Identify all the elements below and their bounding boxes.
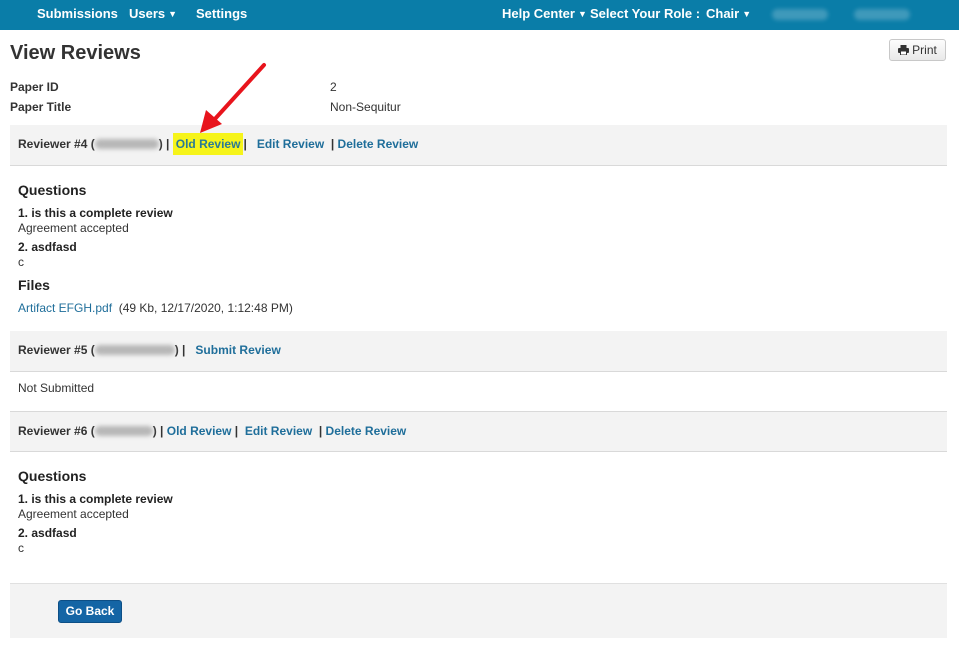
nav-role-dropdown[interactable]: Chair ▼ <box>706 0 751 30</box>
separator: | <box>318 424 323 438</box>
nav-settings[interactable]: Settings <box>196 0 247 30</box>
reviewer-6-delete-review-link[interactable]: Delete Review <box>326 424 407 438</box>
reviewer-6-label: Reviewer #6 ( <box>18 424 95 438</box>
reviewer-4-files-heading: Files <box>18 277 50 293</box>
reviewer-5-status: Not Submitted <box>18 381 95 395</box>
paper-title-label: Paper Title <box>10 100 72 114</box>
nav-submissions[interactable]: Submissions <box>37 0 118 30</box>
reviewer-6-line: Reviewer #6 ( ) | Old Review | Edit Revie… <box>18 424 406 438</box>
reviewer-6-header: Reviewer #6 ( ) | Old Review | Edit Revie… <box>10 411 947 452</box>
separator: | <box>243 137 247 151</box>
reviewer-6-old-review-link[interactable]: Old Review <box>167 424 232 438</box>
question-title: 1. is this a complete review <box>18 492 173 506</box>
question-answer: Agreement accepted <box>18 221 129 235</box>
caret-down-icon: ▼ <box>742 9 752 19</box>
print-button[interactable]: Print <box>889 39 946 61</box>
reviewer-5-label: Reviewer #5 ( <box>18 343 95 357</box>
nav-users-label: Users <box>129 6 166 21</box>
separator: ) | <box>152 424 164 438</box>
form-actions-panel: Go Back <box>10 583 947 638</box>
blurred-user-info <box>772 9 828 20</box>
nav-help-center[interactable]: Help Center ▼ <box>502 0 587 30</box>
question-answer: Agreement accepted <box>18 507 129 521</box>
blurred-reviewer-name <box>94 345 175 355</box>
reviewer-5-submit-review-link[interactable]: Submit Review <box>195 343 280 357</box>
print-button-label: Print <box>912 43 937 57</box>
caret-down-icon: ▼ <box>577 9 587 19</box>
reviewer-4-line: Reviewer #4 () | Old Review | Edit Review… <box>18 133 419 155</box>
paper-id-label: Paper ID <box>10 80 59 94</box>
reviewer-4-edit-review-link[interactable]: Edit Review <box>257 137 324 151</box>
reviewer-4-delete-review-link[interactable]: Delete Review <box>338 137 419 151</box>
reviewer-5-header: Reviewer #5 ( ) | Submit Review <box>10 331 947 372</box>
go-back-button[interactable]: Go Back <box>58 600 122 623</box>
blurred-reviewer-name <box>94 139 159 149</box>
question-title: 1. is this a complete review <box>18 206 173 220</box>
reviewer-5-line: Reviewer #5 ( ) | Submit Review <box>18 343 281 357</box>
question-answer: c <box>18 541 24 555</box>
file-download-link[interactable]: Artifact EFGH.pdf <box>18 301 112 315</box>
reviewer-4-label: Reviewer #4 ( <box>18 137 95 151</box>
reviewer-4-old-review-link[interactable]: Old Review <box>172 133 244 155</box>
separator: | <box>330 137 335 151</box>
red-arrow-icon <box>200 63 266 133</box>
printer-icon <box>898 45 910 55</box>
page-title: View Reviews <box>10 42 141 64</box>
reviewer-6-questions-heading: Questions <box>18 468 87 484</box>
separator: ) | <box>174 343 186 357</box>
nav-help-center-label: Help Center <box>502 6 575 21</box>
nav-users[interactable]: Users ▼ <box>129 0 177 30</box>
file-entry: Artifact EFGH.pdf (49 Kb, 12/17/2020, 1:… <box>18 301 293 315</box>
reviewer-6-edit-review-link[interactable]: Edit Review <box>245 424 312 438</box>
question-title: 2. asdfasd <box>18 240 77 254</box>
nav-role-label: Chair <box>706 6 740 21</box>
paper-id-value: 2 <box>330 80 337 94</box>
reviewer-4-header: Reviewer #4 () | Old Review | Edit Review… <box>10 125 947 166</box>
blurred-reviewer-name <box>94 426 153 436</box>
reviewer-4-questions-heading: Questions <box>18 182 87 198</box>
top-navbar: Submissions Users ▼ Settings Help Center ▼… <box>0 0 959 30</box>
separator: ) | <box>158 137 170 151</box>
separator: | <box>234 424 239 438</box>
file-info: (49 Kb, 12/17/2020, 1:12:48 PM) <box>118 301 293 315</box>
question-answer: c <box>18 255 24 269</box>
paper-title-value: Non-Sequitur <box>330 100 401 114</box>
question-title: 2. asdfasd <box>18 526 77 540</box>
nav-select-role-label: Select Your Role : <box>590 6 701 21</box>
blurred-user-info <box>854 9 910 20</box>
caret-down-icon: ▼ <box>168 9 178 19</box>
